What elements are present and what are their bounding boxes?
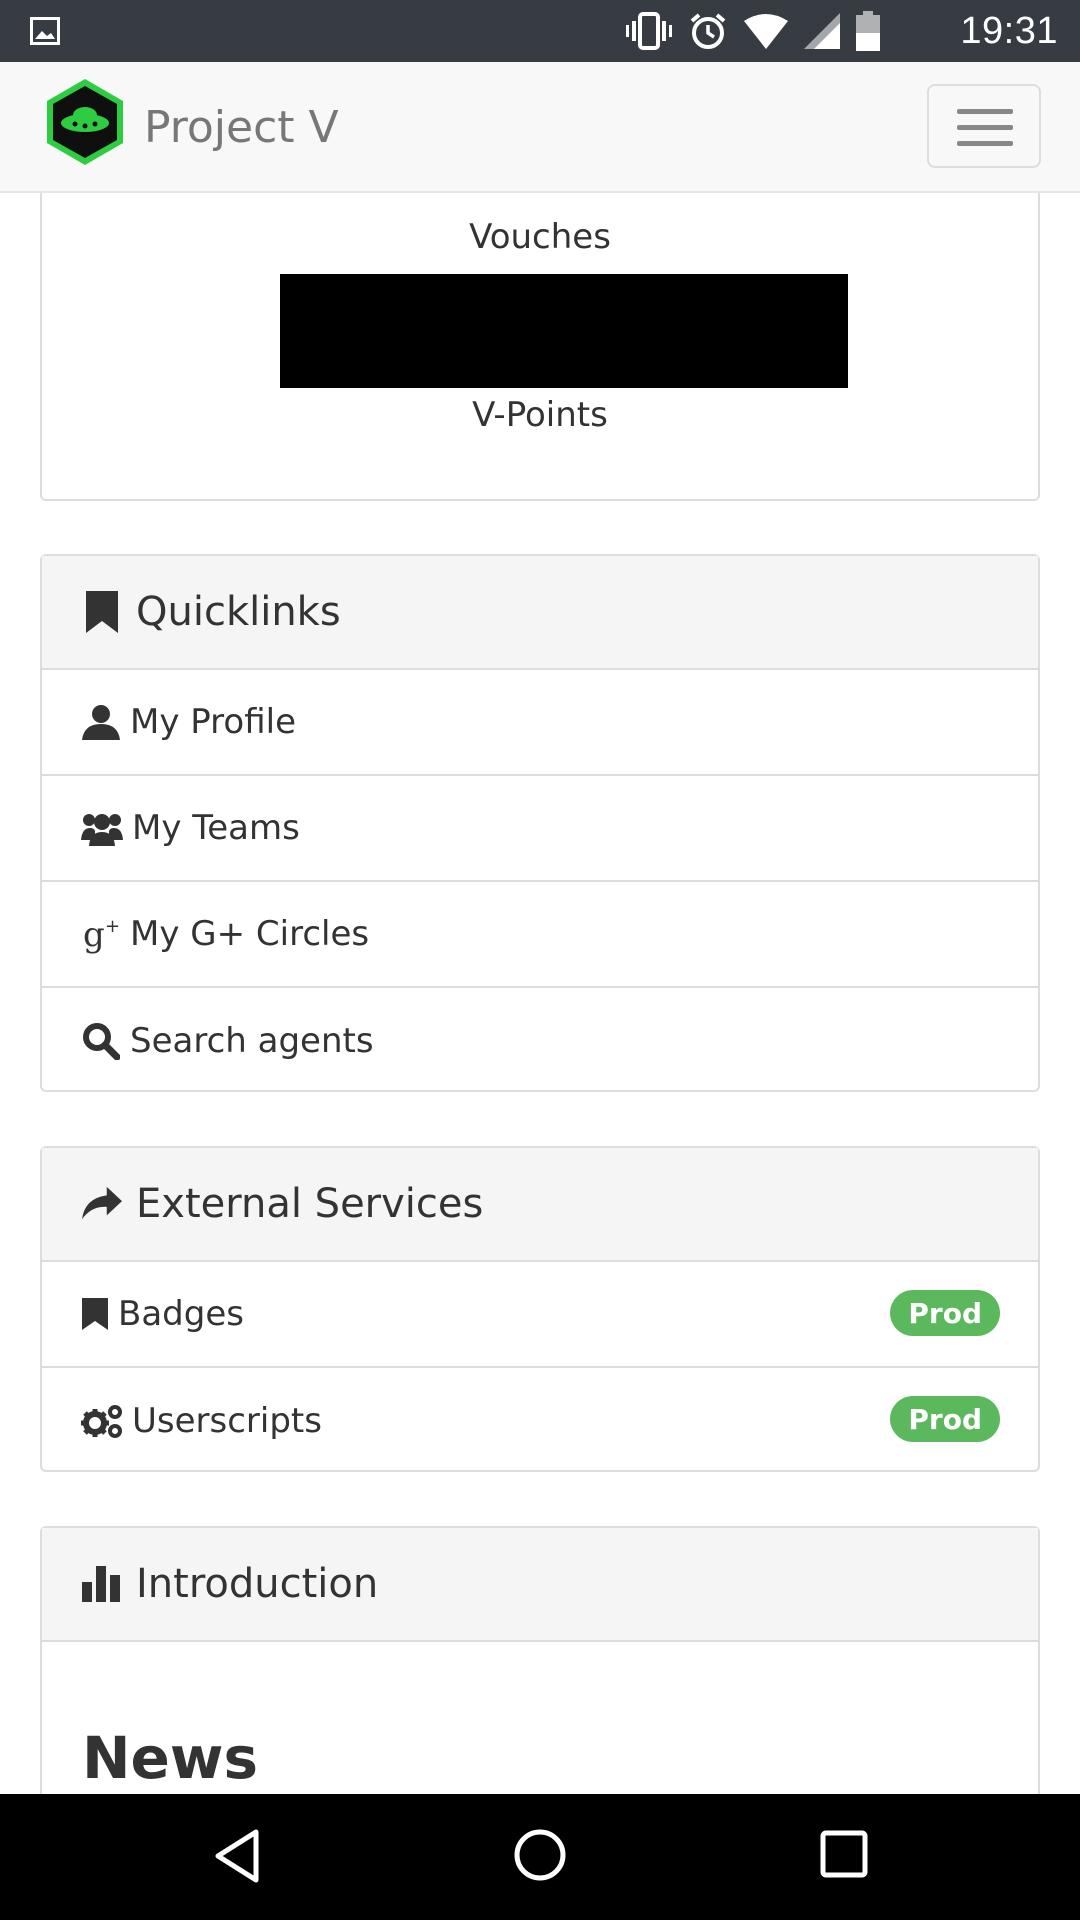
user-icon [80,702,122,742]
vibrate-icon [626,12,672,50]
status-badge: Prod [890,1396,1000,1442]
hamburger-icon-bar [957,125,1013,130]
quicklink-my-teams[interactable]: My Teams [42,776,1038,882]
vouches-label: Vouches [469,217,611,257]
bookmark-icon [82,590,122,634]
introduction-panel: Introduction News [40,1526,1040,1794]
service-badges[interactable]: Badges Prod [42,1262,1038,1368]
gears-icon [80,1401,124,1441]
status-badge: Prod [890,1290,1000,1336]
share-icon [82,1182,122,1226]
battery-icon [856,11,880,51]
introduction-title: Introduction [136,1561,379,1607]
hamburger-icon [957,109,1013,114]
quicklinks-panel: Quicklinks My Profile My Teams g + My G+… [40,554,1040,1092]
quicklink-label: My G+ Circles [130,914,370,954]
quicklinks-heading: Quicklinks [42,556,1038,670]
main-content[interactable]: Vouches V-Points Quicklinks My Profile M… [0,193,1080,1794]
wifi-icon [744,14,788,49]
project-v-logo[interactable] [44,77,126,167]
recents-icon[interactable] [820,1830,868,1878]
clock: 19:31 [960,10,1058,52]
users-icon [80,808,124,848]
brand-name[interactable]: Project V [144,102,339,154]
system-navigation-bar [0,1794,1080,1920]
svg-text:g: g [83,915,105,954]
quicklink-my-profile[interactable]: My Profile [42,670,1038,776]
top-navbar: Project V [0,62,1080,193]
image-icon [30,17,60,45]
status-icons [626,11,880,51]
hamburger-icon-bar [957,141,1013,146]
svg-text:+: + [105,916,119,937]
quicklink-search-agents[interactable]: Search agents [42,988,1038,1094]
quicklink-my-g-circles[interactable]: g + My G+ Circles [42,882,1038,988]
signal-icon [804,13,840,49]
redacted-block [280,274,848,388]
menu-toggle-button[interactable] [927,84,1041,168]
home-icon[interactable] [512,1827,568,1883]
external-services-title: External Services [136,1181,484,1227]
service-label: Badges [118,1294,244,1334]
quicklink-label: My Teams [132,808,300,848]
external-services-panel: External Services Badges Prod Userscript… [40,1146,1040,1472]
stats-panel: Vouches V-Points [40,193,1040,501]
quicklinks-title: Quicklinks [136,589,341,635]
alarm-icon [690,13,726,49]
service-userscripts[interactable]: Userscripts Prod [42,1368,1038,1474]
google-plus-icon: g + [80,914,122,954]
quicklink-label: My Profile [130,702,296,742]
status-bar: 19:31 [0,0,1080,62]
vpoints-label: V-Points [472,395,608,435]
bookmark-icon [80,1294,110,1334]
external-services-heading: External Services [42,1148,1038,1262]
quicklink-label: Search agents [130,1021,374,1061]
service-label: Userscripts [132,1401,322,1441]
news-heading: News [82,1724,258,1792]
back-icon[interactable] [212,1828,262,1884]
search-icon [80,1021,122,1061]
bar-chart-icon [82,1562,122,1606]
introduction-heading: Introduction [42,1528,1038,1642]
